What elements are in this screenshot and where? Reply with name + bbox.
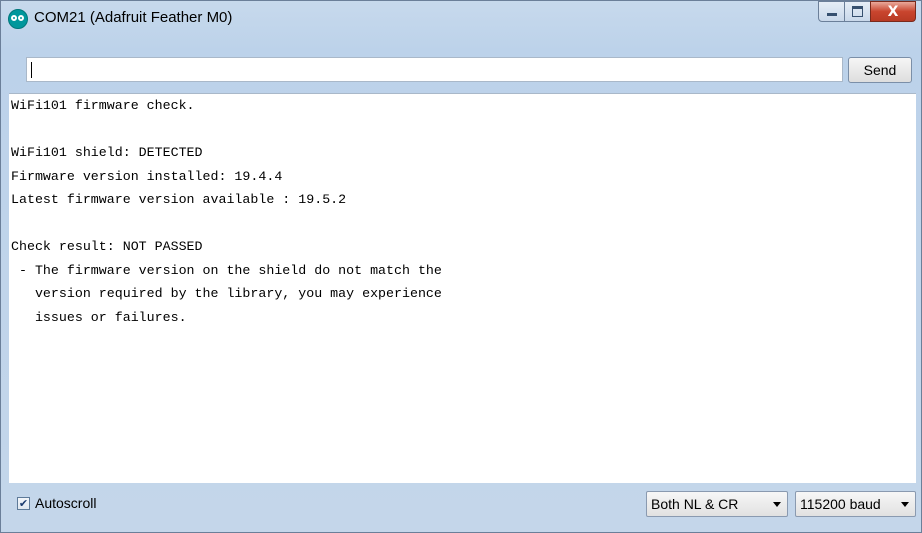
- output-line: Latest firmware version available : 19.5…: [11, 192, 347, 207]
- line-ending-select[interactable]: Both NL & CR: [646, 491, 788, 517]
- close-button[interactable]: X: [870, 1, 916, 22]
- baud-rate-select[interactable]: 115200 baud: [795, 491, 916, 517]
- output-line: - The firmware version on the shield do …: [11, 262, 442, 278]
- baud-rate-value: 115200 baud: [800, 496, 881, 512]
- output-line: WiFi101 shield: DETECTED: [11, 145, 203, 160]
- output-line: WiFi101 firmware check.: [11, 98, 195, 113]
- status-bar: ✔ Autoscroll Both NL & CR 115200 baud: [9, 486, 916, 526]
- minimize-icon: [826, 13, 837, 16]
- maximize-icon: [852, 6, 863, 17]
- autoscroll-toggle[interactable]: ✔ Autoscroll: [17, 495, 96, 511]
- maximize-button[interactable]: [844, 1, 871, 22]
- output-line: Check result: NOT PASSED: [11, 239, 203, 254]
- close-icon: X: [887, 3, 899, 20]
- autoscroll-label: Autoscroll: [35, 495, 97, 511]
- send-row: Send: [9, 57, 916, 84]
- window-controls: X: [818, 1, 916, 23]
- output-line: issues or failures.: [11, 309, 187, 325]
- serial-monitor-window: COM21 (Adafruit Feather M0) X Send WiFi1…: [0, 0, 922, 533]
- window-title: COM21 (Adafruit Feather M0): [34, 9, 233, 26]
- minimize-button[interactable]: [818, 1, 845, 22]
- title-bar[interactable]: COM21 (Adafruit Feather M0) X: [1, 1, 921, 51]
- autoscroll-checkbox[interactable]: ✔: [17, 496, 30, 510]
- chevron-down-icon: [901, 502, 909, 507]
- line-ending-value: Both NL & CR: [651, 496, 739, 512]
- serial-input[interactable]: [26, 57, 843, 82]
- serial-output[interactable]: WiFi101 firmware check. WiFi101 shield: D…: [9, 93, 916, 483]
- text-caret: [31, 62, 32, 78]
- chevron-down-icon: [773, 502, 781, 507]
- output-line: Firmware version installed: 19.4.4: [11, 168, 283, 184]
- output-line: version required by the library, you may…: [11, 286, 442, 301]
- send-button[interactable]: Send: [848, 57, 912, 83]
- arduino-icon: [8, 9, 28, 29]
